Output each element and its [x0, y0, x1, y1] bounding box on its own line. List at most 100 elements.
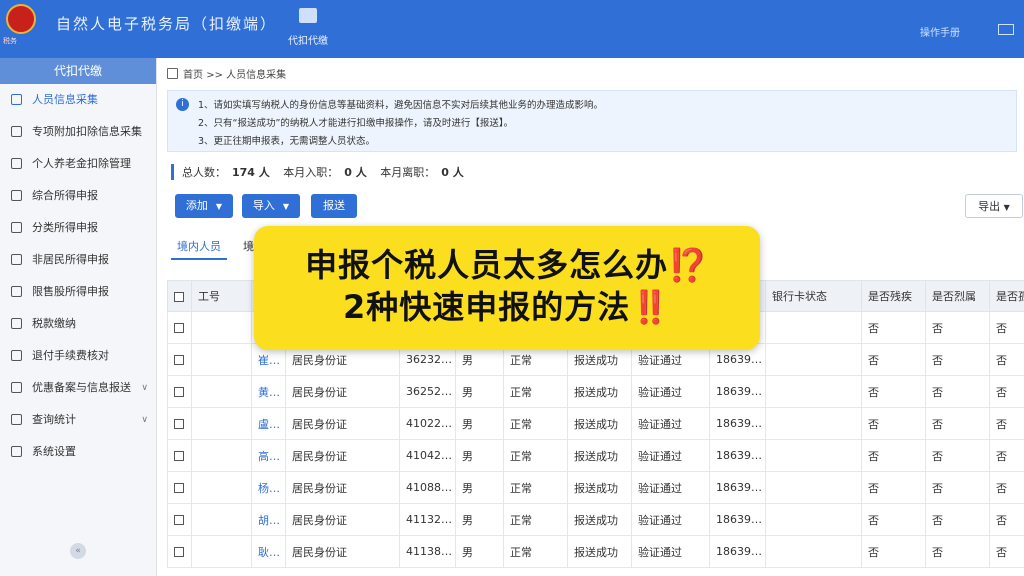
- sidebar-item[interactable]: 查询统计 ∨: [0, 404, 156, 436]
- table-cell[interactable]: 高…: [251, 439, 286, 472]
- sidebar-item[interactable]: 综合所得申报: [0, 180, 156, 212]
- sidebar-item[interactable]: 系统设置: [0, 436, 156, 468]
- export-label: 导出: [978, 200, 1001, 213]
- sidebar-item[interactable]: 分类所得申报: [0, 212, 156, 244]
- table-cell[interactable]: 黄…: [251, 375, 286, 408]
- row-checkbox[interactable]: [174, 355, 184, 365]
- table-cell: 居民身份证: [285, 407, 400, 440]
- table-cell: 男: [455, 375, 504, 408]
- interrobang-icon: ⁉️: [668, 246, 709, 284]
- search-icon: [11, 414, 22, 425]
- table-cell: 否: [989, 471, 1024, 504]
- table-cell: 验证通过: [631, 503, 710, 536]
- table-cell: 41042…: [399, 439, 456, 472]
- submit-button[interactable]: 报送: [311, 194, 357, 218]
- row-checkbox[interactable]: [174, 419, 184, 429]
- table-cell: 18639…: [709, 439, 766, 472]
- chevron-down-icon: ▼: [215, 202, 223, 211]
- table-row[interactable]: 胡… 居民身份证 41132… 男正常 报送成功 验证通过 18639… 否否否: [167, 503, 1024, 536]
- grid-icon: [11, 126, 22, 137]
- row-checkbox[interactable]: [174, 483, 184, 493]
- add-button[interactable]: 添加 ▼: [175, 194, 233, 218]
- table-cell: 正常: [503, 407, 568, 440]
- table-cell[interactable]: 盧…: [251, 407, 286, 440]
- table-cell: 否: [861, 535, 926, 568]
- overlay-line-1-text: 申报个税人员太多怎么办: [305, 246, 669, 284]
- sidebar-item[interactable]: 优惠备案与信息报送 ∨: [0, 372, 156, 404]
- table-cell[interactable]: 杨…: [251, 471, 286, 504]
- sidebar-item[interactable]: 人员信息采集: [0, 84, 156, 116]
- folder-icon: [11, 318, 22, 329]
- joined-label: 本月入职：: [283, 166, 339, 179]
- notice-line-3: 3、更正往期申报表，无需调整人员状态。: [198, 136, 376, 147]
- table-cell: 男: [455, 471, 504, 504]
- mail-icon[interactable]: [998, 24, 1014, 35]
- wallet-icon: [299, 8, 317, 23]
- export-button[interactable]: 导出 ▼: [965, 194, 1023, 218]
- breadcrumb-separator: >>: [206, 70, 223, 81]
- sidebar-item[interactable]: 专项附加扣除信息采集: [0, 116, 156, 148]
- column-header: 是否烈属: [925, 280, 990, 312]
- row-checkbox[interactable]: [174, 451, 184, 461]
- table-row[interactable]: 黄… 居民身份证 36252… 男正常 报送成功 验证通过 18639… 否否否: [167, 375, 1024, 408]
- row-checkbox-cell[interactable]: [167, 471, 192, 504]
- help-manual-link[interactable]: 操作手册: [920, 24, 960, 39]
- row-checkbox-cell[interactable]: [167, 343, 192, 376]
- row-checkbox-cell[interactable]: [167, 375, 192, 408]
- select-all-checkbox[interactable]: [174, 291, 184, 302]
- table-cell: [765, 503, 862, 536]
- top-tab-label: 代扣代缴: [288, 36, 328, 47]
- promo-overlay-banner: 申报个税人员太多怎么办⁉️ 2种快速申报的方法‼️: [254, 226, 760, 350]
- chevron-down-icon: ▼: [282, 202, 290, 211]
- row-checkbox[interactable]: [174, 547, 184, 557]
- sidebar-item[interactable]: 限售股所得申报: [0, 276, 156, 308]
- top-tab-withholding[interactable]: 代扣代缴: [280, 0, 336, 58]
- table-cell[interactable]: 耿…: [251, 535, 286, 568]
- breadcrumb-home[interactable]: 首页: [183, 70, 203, 81]
- table-row[interactable]: 盧… 居民身份证 41022… 男正常 报送成功 验证通过 18639… 否否否: [167, 407, 1024, 440]
- table-row[interactable]: 高… 居民身份证 41042… 男正常 报送成功 验证通过 18639… 否否否: [167, 439, 1024, 472]
- row-checkbox-cell[interactable]: [167, 439, 192, 472]
- import-label: 导入: [252, 199, 275, 212]
- row-checkbox-cell[interactable]: [167, 311, 192, 344]
- sidebar-item[interactable]: 退付手续费核对: [0, 340, 156, 372]
- sidebar-item-label: 个人养老金扣除管理: [32, 157, 131, 170]
- select-all-checkbox-cell[interactable]: [167, 280, 192, 312]
- table-cell: 报送成功: [567, 471, 632, 504]
- import-button[interactable]: 导入 ▼: [242, 194, 300, 218]
- table-cell: 验证通过: [631, 439, 710, 472]
- sidebar-item[interactable]: 个人养老金扣除管理: [0, 148, 156, 180]
- folder-icon: [11, 382, 22, 393]
- table-row[interactable]: 杨… 居民身份证 41088… 男正常 报送成功 验证通过 18639… 否否否: [167, 471, 1024, 504]
- table-cell: 18639…: [709, 503, 766, 536]
- sidebar-item[interactable]: 税款缴纳: [0, 308, 156, 340]
- sidebar: 代扣代缴 人员信息采集 专项附加扣除信息采集 个人养老金扣除管理 综合所得申报 分类所得…: [0, 58, 157, 576]
- column-header: 工号: [191, 280, 252, 312]
- row-checkbox-cell[interactable]: [167, 407, 192, 440]
- table-cell[interactable]: 胡…: [251, 503, 286, 536]
- row-checkbox[interactable]: [174, 387, 184, 397]
- table-cell: 居民身份证: [285, 439, 400, 472]
- sidebar-item-label: 查询统计: [32, 413, 76, 426]
- table-cell: 男: [455, 407, 504, 440]
- table-cell: 男: [455, 535, 504, 568]
- table-cell: 否: [861, 439, 926, 472]
- row-checkbox-cell[interactable]: [167, 535, 192, 568]
- row-checkbox-cell[interactable]: [167, 503, 192, 536]
- table-cell: 否: [861, 503, 926, 536]
- table-cell: [191, 503, 252, 536]
- row-checkbox[interactable]: [174, 515, 184, 525]
- table-cell: 否: [861, 471, 926, 504]
- table-cell: 否: [925, 535, 990, 568]
- sidebar-item[interactable]: 非居民所得申报: [0, 244, 156, 276]
- table-cell: 否: [925, 471, 990, 504]
- notice-line-2: 2、只有“报送成功”的纳税人才能进行扣缴申报操作，请及时进行【报送】。: [198, 118, 514, 129]
- collapse-sidebar-button[interactable]: «: [70, 543, 86, 559]
- left-count: 0 人: [441, 166, 464, 179]
- row-checkbox[interactable]: [174, 323, 184, 333]
- table-cell: 正常: [503, 375, 568, 408]
- table-cell: 否: [989, 439, 1024, 472]
- overlay-line-2-text: 2种快速申报的方法: [342, 288, 631, 326]
- tab-domestic[interactable]: 境内人员: [171, 236, 227, 260]
- table-row[interactable]: 耿… 居民身份证 41138… 男正常 报送成功 验证通过 18639… 否否否: [167, 535, 1024, 568]
